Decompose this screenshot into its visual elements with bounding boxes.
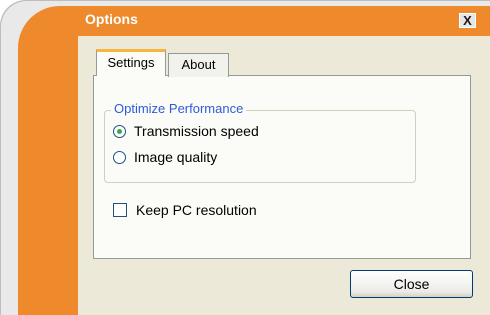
tab-settings[interactable]: Settings <box>96 49 166 76</box>
radio-unselected-icon[interactable] <box>113 150 126 164</box>
window-frame: Options X Settings About Optimize Perfor… <box>0 0 490 315</box>
tab-about[interactable]: About <box>168 53 229 77</box>
radio-transmission-speed[interactable]: Transmission speed <box>113 122 259 140</box>
optimize-performance-group <box>104 110 416 183</box>
title-close-icon[interactable]: X <box>459 13 476 28</box>
group-legend: Optimize Performance <box>111 101 247 117</box>
radio-label: Transmission speed <box>134 123 259 139</box>
close-button[interactable]: Close <box>350 270 473 298</box>
window-title: Options <box>85 11 138 27</box>
checkbox-label: Keep PC resolution <box>136 202 257 218</box>
radio-image-quality[interactable]: Image quality <box>113 148 217 166</box>
checkbox-icon[interactable] <box>113 203 127 217</box>
radio-selected-icon[interactable] <box>113 124 126 138</box>
radio-label: Image quality <box>134 149 218 165</box>
keep-pc-resolution-checkbox[interactable]: Keep PC resolution <box>113 201 257 219</box>
